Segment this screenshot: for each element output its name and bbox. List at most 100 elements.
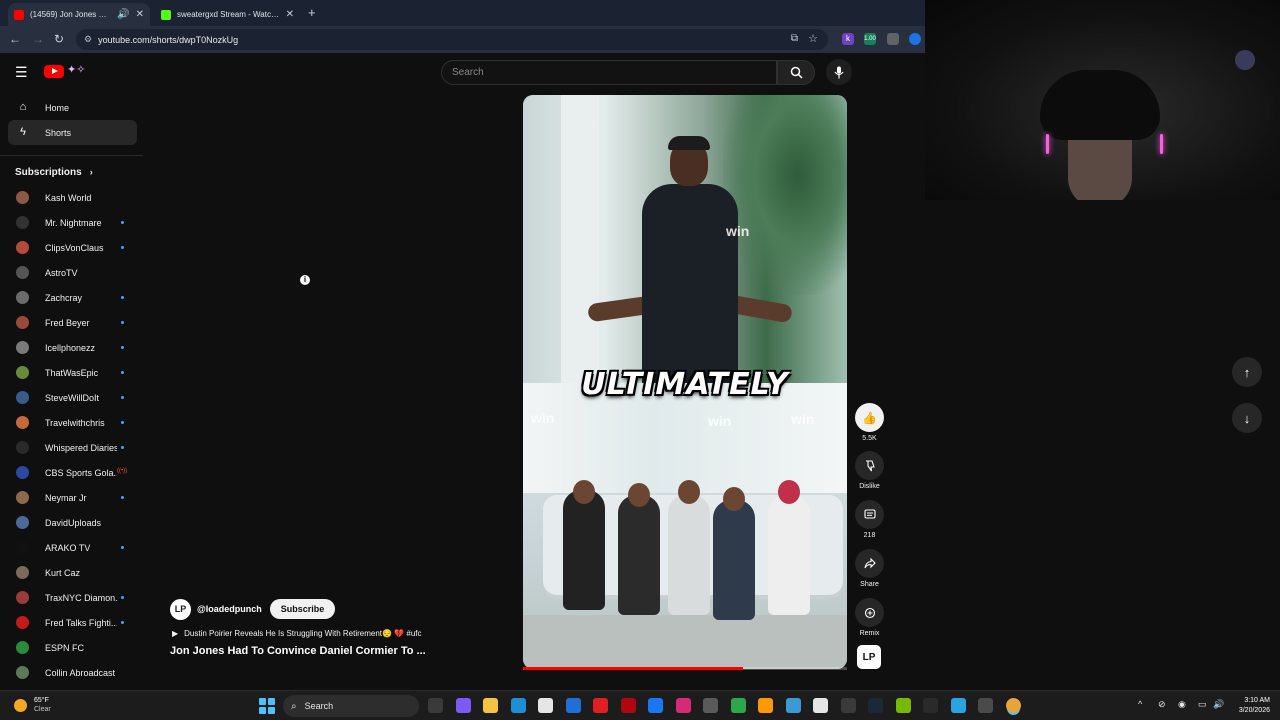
sidebar-subscription-item[interactable]: AstroTV — [0, 260, 145, 285]
sidebar-subscription-item[interactable]: Fred Talks Fighti... — [0, 610, 145, 635]
youtube-app-icon[interactable] — [593, 698, 608, 713]
outlook-icon[interactable] — [565, 698, 581, 713]
address-bar[interactable]: ⚙ youtube.com/shorts/dwpT0NozkUg ⧉ ☆ — [76, 29, 828, 50]
channel-avatar[interactable]: LP — [170, 598, 191, 620]
related-video-link[interactable]: ▶ Dustin Poirier Reveals He Is Strugglin… — [172, 627, 422, 639]
channel-avatar — [16, 466, 29, 479]
steam-icon[interactable] — [868, 698, 883, 713]
back-icon[interactable]: ← — [9, 32, 21, 46]
facebook-icon[interactable] — [648, 698, 663, 713]
subscribe-button[interactable]: Subscribe — [269, 599, 336, 619]
sidebar-item-home[interactable]: ⌂ Home — [8, 95, 137, 120]
weather-widget[interactable]: 65°F Clear — [14, 696, 51, 714]
grid-app-icon[interactable] — [785, 698, 801, 713]
telegram-icon[interactable] — [950, 698, 966, 713]
tab-kick[interactable]: sweatergxd Stream - Watch Live ✕ — [155, 3, 300, 26]
tab-close-icon[interactable]: ✕ — [286, 9, 294, 20]
menu-icon[interactable]: ☰ — [15, 64, 28, 81]
sidebar-subscription-item[interactable]: Icellphonezz — [0, 335, 145, 360]
sound-source-thumbnail[interactable]: LP — [857, 645, 881, 669]
channel-avatar — [16, 191, 29, 204]
search-input[interactable]: Search — [441, 60, 777, 85]
sidebar-subscription-item[interactable]: Zachcray — [0, 285, 145, 310]
settings-app-icon[interactable] — [978, 698, 993, 713]
display-icon[interactable]: ▭ — [1198, 699, 1207, 710]
search-button[interactable] — [777, 60, 815, 85]
clock[interactable]: 3:10 AM 3/20/2026 — [1232, 696, 1270, 716]
shield-extension-icon[interactable] — [909, 33, 921, 45]
like-button[interactable]: 👍 5.5K — [855, 403, 884, 442]
next-short-button[interactable]: ↓ — [1232, 403, 1262, 433]
chrome-icon[interactable] — [1005, 698, 1021, 713]
speaker-icon[interactable]: 🔊 — [117, 9, 129, 20]
edge-icon[interactable] — [510, 698, 526, 713]
remix-label: Remix — [859, 630, 880, 637]
sidebar-subscription-item[interactable]: Fred Beyer — [0, 310, 145, 335]
subscription-name: CBS Sports Gola... — [45, 467, 117, 478]
youtube-logo[interactable] — [44, 65, 64, 78]
sidebar-subscription-item[interactable]: ClipsVonClaus — [0, 235, 145, 260]
bookmark-star-icon[interactable]: ☆ — [808, 32, 818, 45]
forward-icon[interactable]: → — [32, 32, 44, 46]
sidebar-subscription-item[interactable]: Kurt Caz — [0, 560, 145, 585]
comments-button[interactable]: 218 — [855, 500, 884, 539]
amazon-icon[interactable] — [758, 698, 773, 713]
dislike-button[interactable]: Dislike — [855, 451, 884, 490]
clapper-icon[interactable] — [703, 698, 718, 713]
copilot-icon[interactable] — [455, 698, 471, 713]
previous-short-button[interactable]: ↑ — [1232, 357, 1262, 387]
sidebar-subscription-item[interactable]: Collin Abroadcast — [0, 660, 145, 685]
sidebar-item-shorts[interactable]: ϟ Shorts — [8, 120, 137, 145]
sidebar-subscription-item[interactable]: DavidUploads — [0, 510, 145, 535]
info-icon[interactable]: i — [300, 275, 310, 285]
video-progress-bar[interactable] — [523, 667, 847, 670]
puzzle-extension-icon[interactable] — [887, 33, 899, 45]
webcam-streamer — [1040, 70, 1163, 200]
sidebar-subscription-item[interactable]: SteveWillDoIt — [0, 385, 145, 410]
video-watermark: win — [531, 410, 555, 426]
back-app-icon[interactable] — [840, 698, 856, 713]
sidebar-subscription-item[interactable]: TraxNYC Diamon... — [0, 585, 145, 610]
sidebar-subscription-item[interactable]: Neymar Jr — [0, 485, 145, 510]
video-title[interactable]: Jon Jones Had To Convince Daniel Cormier… — [170, 645, 426, 657]
green-app-icon[interactable] — [730, 698, 746, 713]
sidebar-subscription-item[interactable]: Kash World — [0, 185, 145, 210]
store-icon[interactable] — [538, 698, 553, 713]
remix-button[interactable]: Remix — [855, 598, 884, 637]
volume-icon[interactable]: 🔊 — [1213, 699, 1224, 710]
sidebar-subscription-item[interactable]: Travelwithchris — [0, 410, 145, 435]
network-off-icon[interactable]: ⊘ — [1158, 699, 1166, 710]
shorts-video-player[interactable]: win win win win ULTIMATELY — [523, 95, 847, 669]
sidebar-subscription-item[interactable]: ARAKO TV — [0, 535, 145, 560]
task-view-icon[interactable] — [428, 698, 443, 713]
new-tab-icon[interactable]: + — [308, 5, 316, 20]
nvidia-icon[interactable] — [895, 698, 911, 713]
windows-start-icon[interactable] — [259, 698, 275, 714]
share-button[interactable]: Share — [855, 549, 884, 588]
sidebar-subscription-item[interactable]: Mr. Nightmare — [0, 210, 145, 235]
microphone-tray-icon[interactable]: ◉ — [1178, 699, 1186, 710]
reload-icon[interactable]: ↻ — [54, 32, 64, 46]
sidebar-subscription-item[interactable]: Whispered Diaries — [0, 435, 145, 460]
file-explorer-icon[interactable] — [483, 698, 498, 713]
tab-youtube[interactable]: (14569) Jon Jones Had To Co 🔊 ✕ — [8, 3, 150, 26]
sidebar-subscription-item[interactable]: CBS Sports Gola... ((•)) — [0, 460, 145, 485]
subscriptions-heading[interactable]: Subscriptions › — [0, 164, 145, 180]
voice-search-button[interactable] — [826, 59, 852, 85]
tab-close-icon[interactable]: ✕ — [136, 9, 144, 20]
taskbar-search[interactable]: ⌕ Search — [283, 695, 419, 717]
k-extension-icon[interactable]: k — [842, 33, 854, 45]
sidebar-subscription-item[interactable]: ESPN FC — [0, 635, 145, 660]
site-info-icon[interactable]: ⚙ — [84, 34, 92, 45]
kick-favicon-icon — [161, 9, 171, 20]
chevron-up-icon[interactable]: ^ — [1138, 699, 1142, 709]
sidebar-subscription-item[interactable]: ThatWasEpic — [0, 360, 145, 385]
subscription-name: Icellphonezz — [45, 342, 96, 353]
netflix-icon[interactable] — [620, 698, 636, 713]
install-app-icon[interactable]: ⧉ — [791, 33, 798, 44]
epic-games-icon[interactable] — [923, 698, 938, 713]
channel-handle[interactable]: @loadedpunch — [197, 604, 262, 614]
stat-extension-icon[interactable]: 1.00 — [864, 33, 876, 45]
notes-icon[interactable] — [813, 698, 828, 713]
instagram-icon[interactable] — [675, 698, 691, 713]
